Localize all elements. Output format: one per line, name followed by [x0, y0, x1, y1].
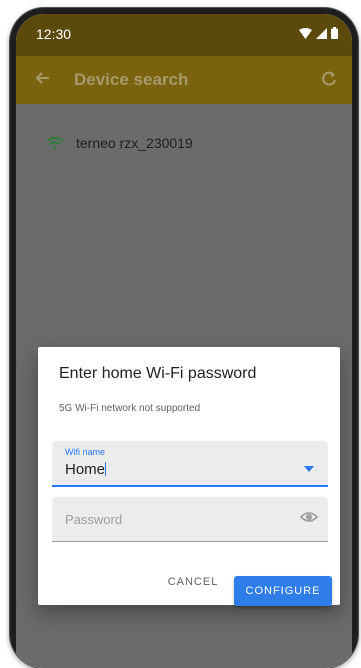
eye-icon[interactable]	[299, 510, 319, 529]
arrow-back-icon[interactable]	[34, 70, 50, 91]
wifi-name-value: Home	[65, 461, 106, 478]
dialog-title: Enter home Wi-Fi password	[59, 365, 257, 382]
status-icons	[299, 26, 338, 44]
list-item[interactable]: terneo rzx_230019	[16, 124, 352, 164]
app-bar: Device search	[16, 56, 352, 104]
page-title: Device search	[74, 70, 189, 89]
wifi-name-label: Wifi name	[65, 447, 106, 457]
device-list: terneo rzx_230019 Enter home Wi-Fi passw…	[16, 104, 352, 668]
battery-icon	[331, 26, 338, 44]
wifi-password-dialog: Enter home Wi-Fi password 5G Wi-Fi netwo…	[38, 347, 340, 606]
password-field[interactable]: Password	[52, 497, 328, 542]
text-caret	[105, 462, 107, 476]
phone-screen: 12:30 Device search terneo rzx_230019 En…	[16, 14, 352, 668]
status-time: 12:30	[36, 26, 72, 42]
dialog-subtitle: 5G Wi-Fi network not supported	[59, 403, 201, 414]
wifi-icon	[299, 26, 312, 44]
status-bar: 12:30	[16, 14, 352, 56]
wifi-name-field[interactable]: Wifi name Home	[52, 441, 328, 487]
phone-frame: 12:30 Device search terneo rzx_230019 En…	[10, 8, 358, 668]
device-name: terneo rzx_230019	[76, 135, 193, 151]
refresh-icon[interactable]	[320, 70, 338, 93]
password-input[interactable]: Password	[65, 512, 122, 527]
wifi-name-input[interactable]: Home	[65, 461, 107, 478]
cellular-signal-icon	[316, 26, 327, 44]
cancel-button[interactable]: CANCEL	[163, 567, 223, 597]
wifi-signal-icon	[46, 136, 64, 154]
configure-button[interactable]: CONFIGURE	[234, 576, 332, 606]
dropdown-arrow-icon[interactable]	[304, 459, 314, 477]
